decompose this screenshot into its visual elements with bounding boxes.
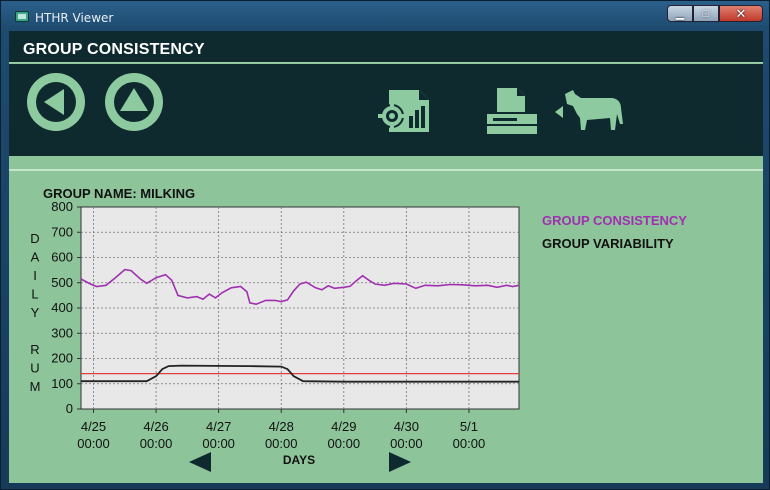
y-axis-label-letter: I xyxy=(33,268,37,283)
x-tick-label: 4/30 xyxy=(394,419,419,434)
app-window: HTHR Viewer ▁ □ ✕ GROUP CONSISTENCY GROU… xyxy=(0,0,770,490)
y-tick-label: 200 xyxy=(51,351,73,366)
y-tick-label: 400 xyxy=(51,300,73,315)
title-bar[interactable]: HTHR Viewer ▁ □ ✕ xyxy=(1,1,769,31)
minimize-button[interactable]: ▁ xyxy=(667,5,693,22)
x-tick-time-label: 00:00 xyxy=(77,436,110,451)
app-icon xyxy=(15,11,29,22)
chart: 800 700 600 500 400 300 200 100 0 4/25 00:00 4/26 00… xyxy=(30,199,520,472)
next-range-icon[interactable] xyxy=(389,452,411,472)
y-axis-label-letter: U xyxy=(30,361,39,376)
y-axis-label-letter: Y xyxy=(31,305,40,320)
prev-range-icon[interactable] xyxy=(189,452,211,472)
y-axis-label-letter: R xyxy=(30,342,39,357)
x-tick-time-label: 00:00 xyxy=(140,436,173,451)
minimize-icon: ▁ xyxy=(675,8,685,20)
y-tick-label: 300 xyxy=(51,325,73,340)
x-axis-label: DAYS xyxy=(283,453,315,467)
x-tick-label: 4/28 xyxy=(269,419,294,434)
x-tick-time-label: 00:00 xyxy=(265,436,298,451)
y-tick-label: 800 xyxy=(51,199,73,214)
x-tick-label: 5/1 xyxy=(460,419,478,434)
x-tick-label: 4/26 xyxy=(143,419,168,434)
close-icon: ✕ xyxy=(735,5,747,21)
y-tick-label: 100 xyxy=(51,376,73,391)
y-tick-label: 0 xyxy=(66,401,73,416)
y-axis-label-letter: L xyxy=(31,287,38,302)
client-area: GROUP CONSISTENCY GROUP NAME: MILKING GR… xyxy=(9,31,763,483)
x-tick-label: 4/25 xyxy=(81,419,106,434)
y-tick-label: 500 xyxy=(51,275,73,290)
y-axis-label-letter: D xyxy=(30,231,39,246)
y-axis-label-letter: M xyxy=(30,379,41,394)
x-tick-time-label: 00:00 xyxy=(202,436,235,451)
maximize-button[interactable]: □ xyxy=(693,5,719,22)
x-tick-label: 4/27 xyxy=(206,419,231,434)
x-tick-time-label: 00:00 xyxy=(328,436,361,451)
y-tick-label: 600 xyxy=(51,250,73,265)
y-axis-label-letter: A xyxy=(31,250,40,265)
x-tick-time-label: 00:00 xyxy=(390,436,423,451)
x-tick-label: 4/29 xyxy=(331,419,356,434)
window-title: HTHR Viewer xyxy=(35,11,114,25)
close-button[interactable]: ✕ xyxy=(719,5,763,22)
y-tick-label: 700 xyxy=(51,224,73,239)
maximize-icon: □ xyxy=(702,7,710,20)
x-tick-time-label: 00:00 xyxy=(453,436,486,451)
